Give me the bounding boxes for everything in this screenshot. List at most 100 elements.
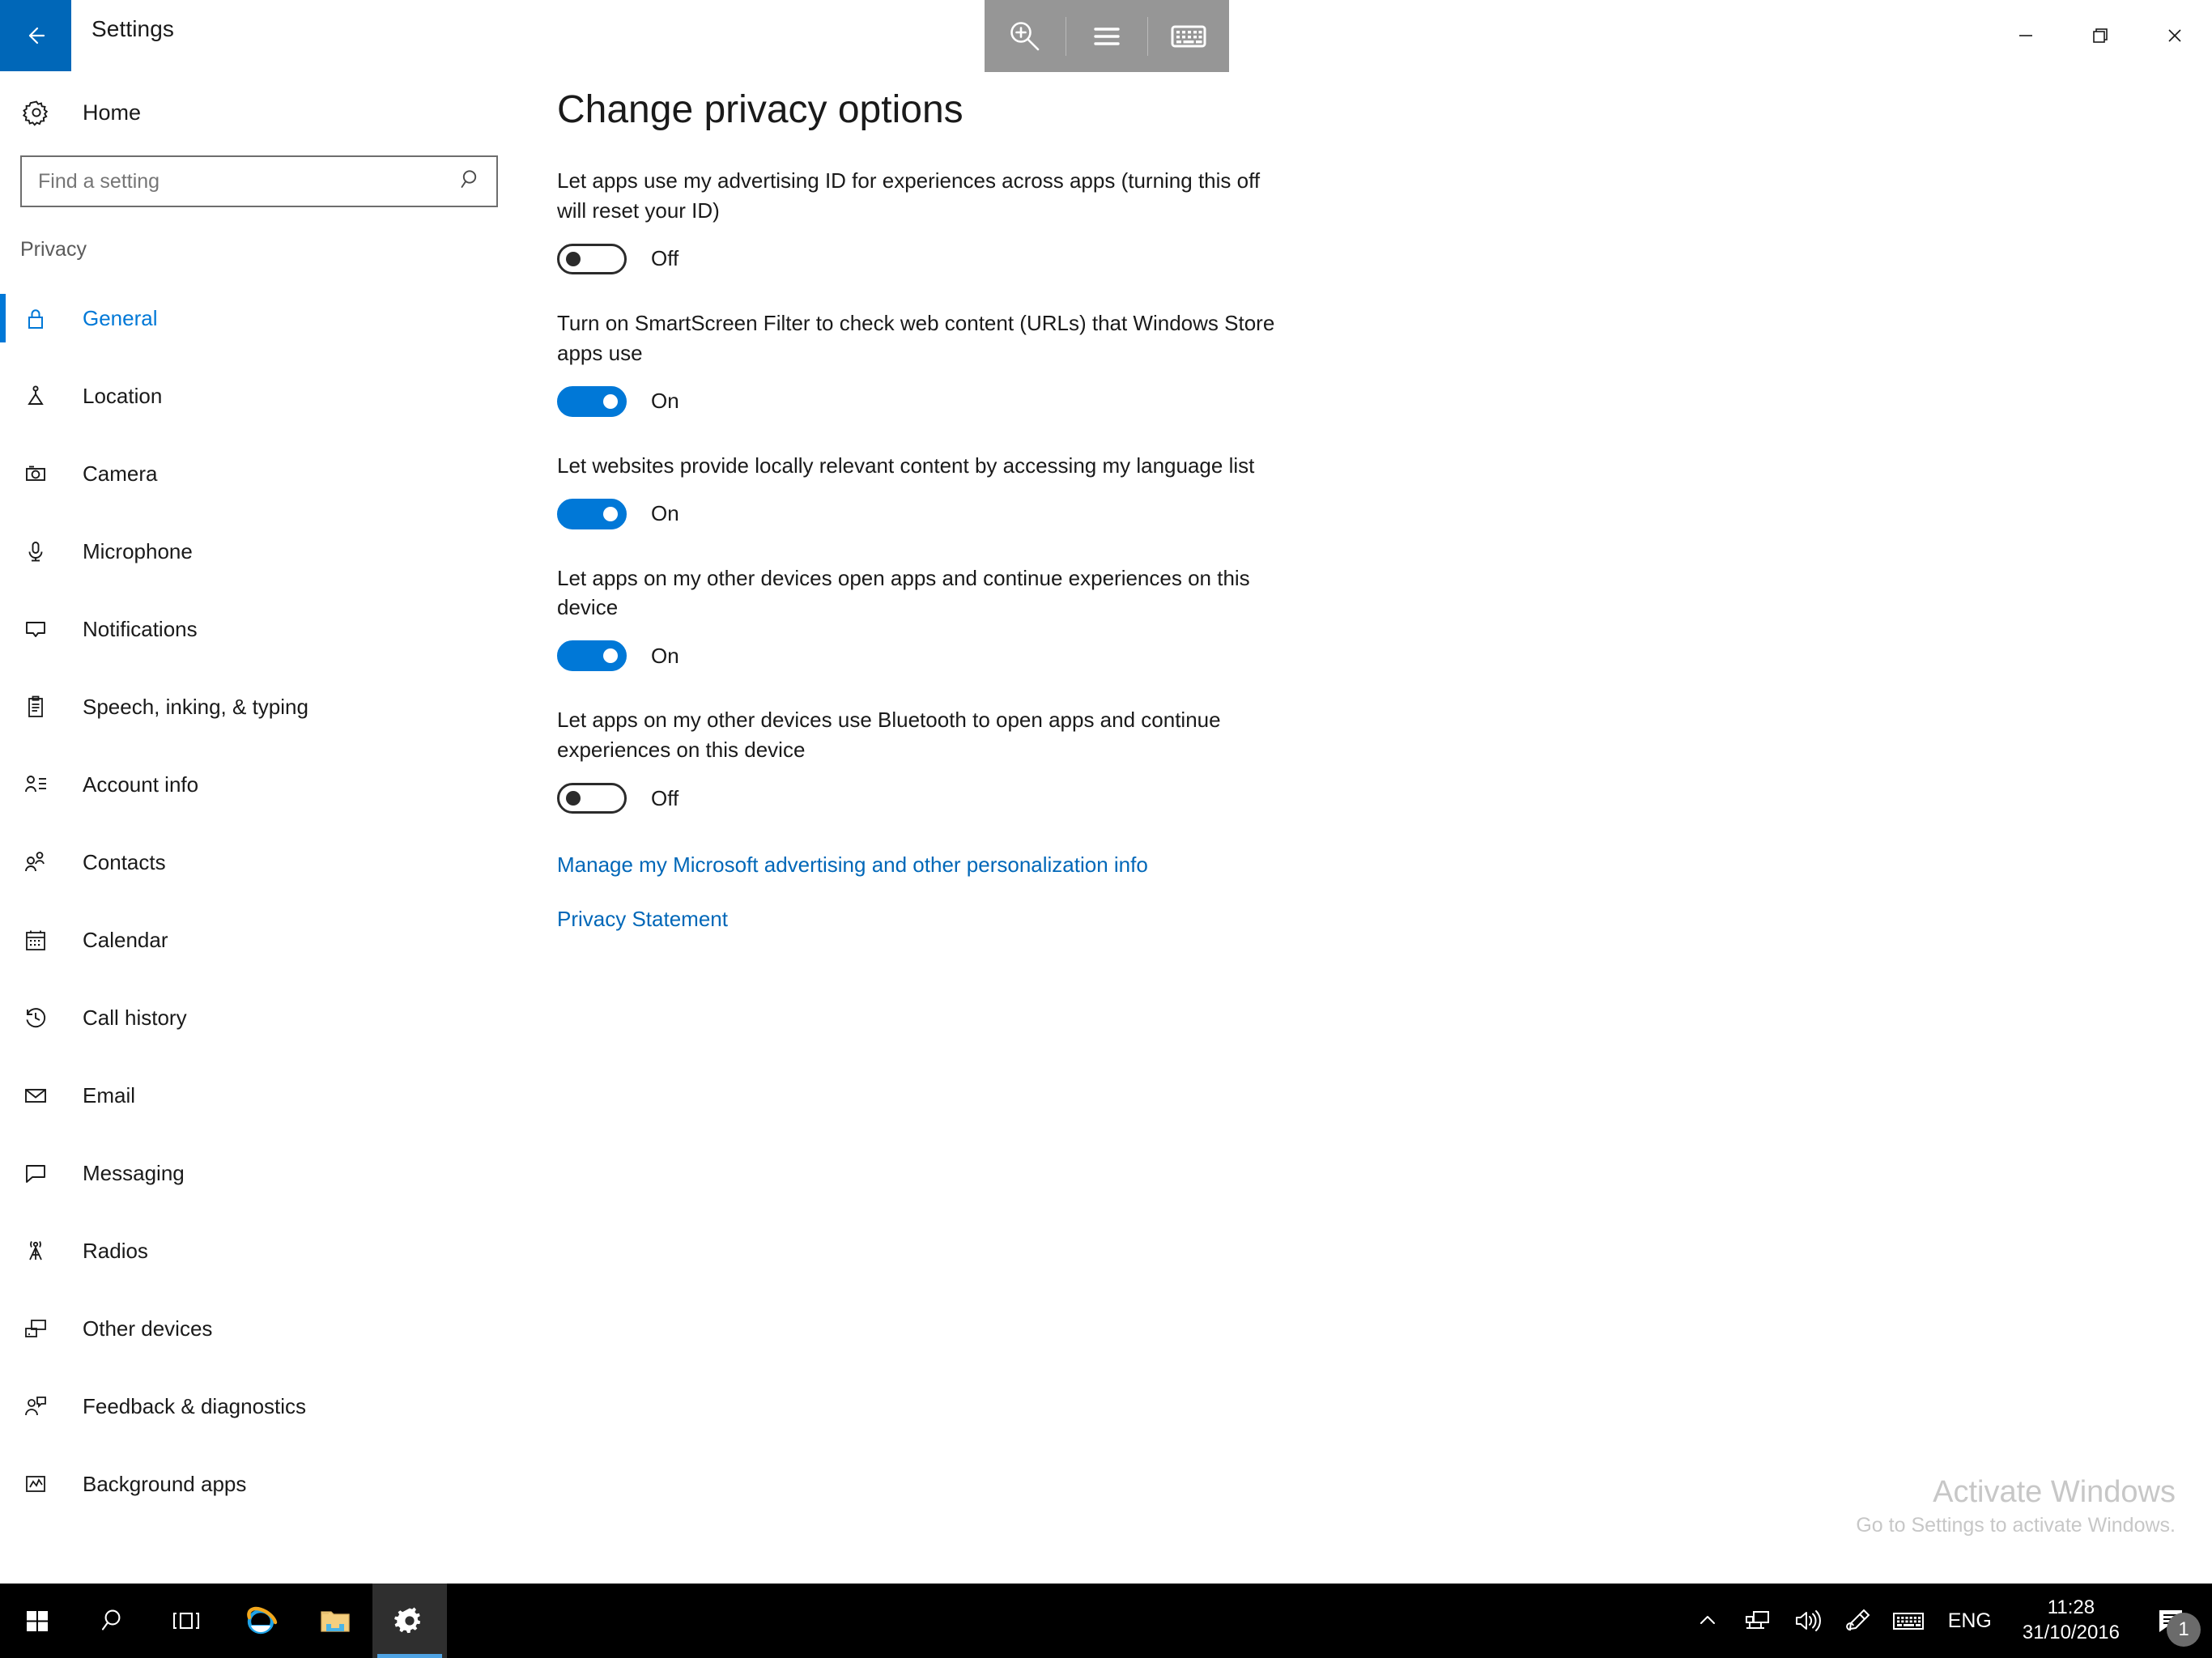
selection-accent-bar	[0, 527, 6, 576]
action-center-button[interactable]: 1	[2136, 1584, 2206, 1658]
hamburger-menu-icon	[1094, 27, 1120, 45]
gear-icon	[23, 99, 60, 126]
main-content: Change privacy options Let apps use my a…	[557, 71, 1853, 932]
volume-button[interactable]	[1783, 1584, 1833, 1658]
devices-icon	[23, 1316, 60, 1341]
sidebar-item-speech-inking-typing[interactable]: Speech, inking, & typing	[0, 668, 515, 746]
window-controls	[1989, 0, 2212, 71]
selection-accent-bar	[0, 682, 6, 731]
title-bar: Settings	[0, 0, 2212, 72]
cross-device-apps-toggle[interactable]	[557, 640, 627, 672]
close-button[interactable]	[2138, 0, 2212, 71]
toggle-knob	[566, 251, 581, 266]
sidebar-item-account-info[interactable]: Account info	[0, 746, 515, 823]
advertising-id-toggle[interactable]	[557, 243, 627, 274]
camera-icon	[23, 461, 60, 487]
clock-time: 11:28	[2047, 1596, 2095, 1619]
restore-button[interactable]	[2063, 0, 2138, 71]
privacy-statement-link[interactable]: Privacy Statement	[557, 907, 728, 932]
task-view-button[interactable]	[149, 1584, 223, 1658]
gear-icon	[394, 1607, 421, 1634]
sidebar-item-calendar[interactable]: Calendar	[0, 901, 515, 979]
setting-description: Let apps use my advertising ID for exper…	[557, 168, 1261, 223]
file-explorer-button[interactable]	[298, 1584, 372, 1658]
minimize-button[interactable]	[1989, 0, 2063, 71]
start-button[interactable]	[0, 1584, 74, 1658]
sidebar-item-calendar-label: Calendar	[83, 927, 168, 952]
language-list-toggle[interactable]	[557, 498, 627, 529]
envelope-icon	[23, 1082, 60, 1108]
bluetooth-cross-device-toggle[interactable]	[557, 783, 627, 814]
setting-description: Let websites provide locally relevant co…	[557, 453, 1255, 478]
toggle-state-label: On	[651, 501, 679, 526]
selection-accent-bar	[0, 1382, 6, 1431]
sidebar-item-contacts-label: Contacts	[83, 849, 166, 874]
selection-accent-bar	[0, 1071, 6, 1120]
settings-button[interactable]	[372, 1584, 447, 1658]
notification-badge: 1	[2167, 1613, 2201, 1647]
sidebar-item-other-devices[interactable]: Other devices	[0, 1290, 515, 1367]
sidebar-item-home[interactable]: Home	[0, 87, 515, 138]
sidebar-item-messaging[interactable]: Messaging	[0, 1134, 515, 1212]
sidebar-item-messaging-label: Messaging	[83, 1160, 185, 1185]
search-box[interactable]	[20, 155, 498, 207]
toggle-row: Off	[557, 243, 1853, 274]
clock[interactable]: 11:28 31/10/2016	[2006, 1596, 2136, 1645]
clock-history-icon	[23, 1005, 60, 1031]
language-indicator[interactable]: ENG	[1933, 1609, 2006, 1633]
app-title: Settings	[91, 16, 174, 41]
network-button[interactable]	[1733, 1584, 1783, 1658]
selection-accent-bar	[0, 294, 6, 342]
zoom-in-button[interactable]	[985, 0, 1066, 72]
selection-accent-bar	[0, 1149, 6, 1197]
show-hidden-icons-button[interactable]	[1682, 1584, 1733, 1658]
toggle-knob	[566, 791, 581, 806]
selection-accent-bar	[0, 838, 6, 886]
restore-icon	[2093, 28, 2108, 43]
sidebar-item-camera-label: Camera	[83, 461, 158, 486]
touch-keyboard-button[interactable]	[1883, 1584, 1933, 1658]
lock-icon	[23, 305, 60, 331]
sidebar-item-camera[interactable]: Camera	[0, 435, 515, 512]
sidebar-item-location-label: Location	[83, 383, 163, 408]
sidebar-item-feedback-diagnostics[interactable]: Feedback & diagnostics	[0, 1367, 515, 1445]
sidebar-item-call-history[interactable]: Call history	[0, 979, 515, 1056]
back-button[interactable]	[0, 0, 71, 71]
internet-explorer-button[interactable]	[223, 1584, 298, 1658]
sidebar-item-background-apps[interactable]: Background apps	[0, 1445, 515, 1523]
sidebar-item-radios[interactable]: Radios	[0, 1212, 515, 1290]
toggle-row: On	[557, 385, 1853, 417]
volume-icon	[1795, 1610, 1821, 1631]
on-screen-keyboard-button[interactable]	[1148, 0, 1229, 72]
toggle-knob	[603, 648, 618, 664]
network-icon	[1745, 1611, 1769, 1629]
sidebar-item-general[interactable]: General	[0, 279, 515, 357]
search-input[interactable]	[22, 157, 496, 206]
page-title: Change privacy options	[557, 88, 963, 131]
link-container-2: Privacy Statement	[557, 878, 1853, 932]
menu-button[interactable]	[1066, 0, 1147, 72]
sidebar: Home Privacy	[0, 71, 515, 1577]
sidebar-item-notifications[interactable]: Notifications	[0, 590, 515, 668]
sidebar-item-other-devices-label: Other devices	[83, 1316, 213, 1341]
setting-language-list: Let websites provide locally relevant co…	[557, 451, 1853, 529]
calendar-icon	[23, 927, 60, 953]
feedback-person-icon	[23, 1393, 60, 1419]
sidebar-item-background-apps-label: Background apps	[83, 1471, 247, 1496]
search-button[interactable]	[74, 1584, 149, 1658]
setting-description: Turn on SmartScreen Filter to check web …	[557, 310, 1275, 365]
toggle-row: On	[557, 640, 1853, 672]
sidebar-item-email[interactable]: Email	[0, 1056, 515, 1134]
toggle-row: On	[557, 498, 1853, 529]
setting-bluetooth-cross-device: Let apps on my other devices use Bluetoo…	[557, 705, 1853, 814]
smartscreen-filter-toggle[interactable]	[557, 385, 627, 417]
manage-advertising-info-link[interactable]: Manage my Microsoft advertising and othe…	[557, 852, 1148, 878]
sidebar-item-location[interactable]: Location	[0, 357, 515, 435]
sidebar-item-microphone-label: Microphone	[83, 538, 193, 563]
setting-description: Let apps on my other devices open apps a…	[557, 565, 1250, 620]
sidebar-item-microphone[interactable]: Microphone	[0, 512, 515, 590]
pen-button[interactable]	[1833, 1584, 1883, 1658]
location-pin-icon	[23, 383, 60, 409]
sidebar-item-contacts[interactable]: Contacts	[0, 823, 515, 901]
sidebar-item-feedback-label: Feedback & diagnostics	[83, 1393, 307, 1418]
